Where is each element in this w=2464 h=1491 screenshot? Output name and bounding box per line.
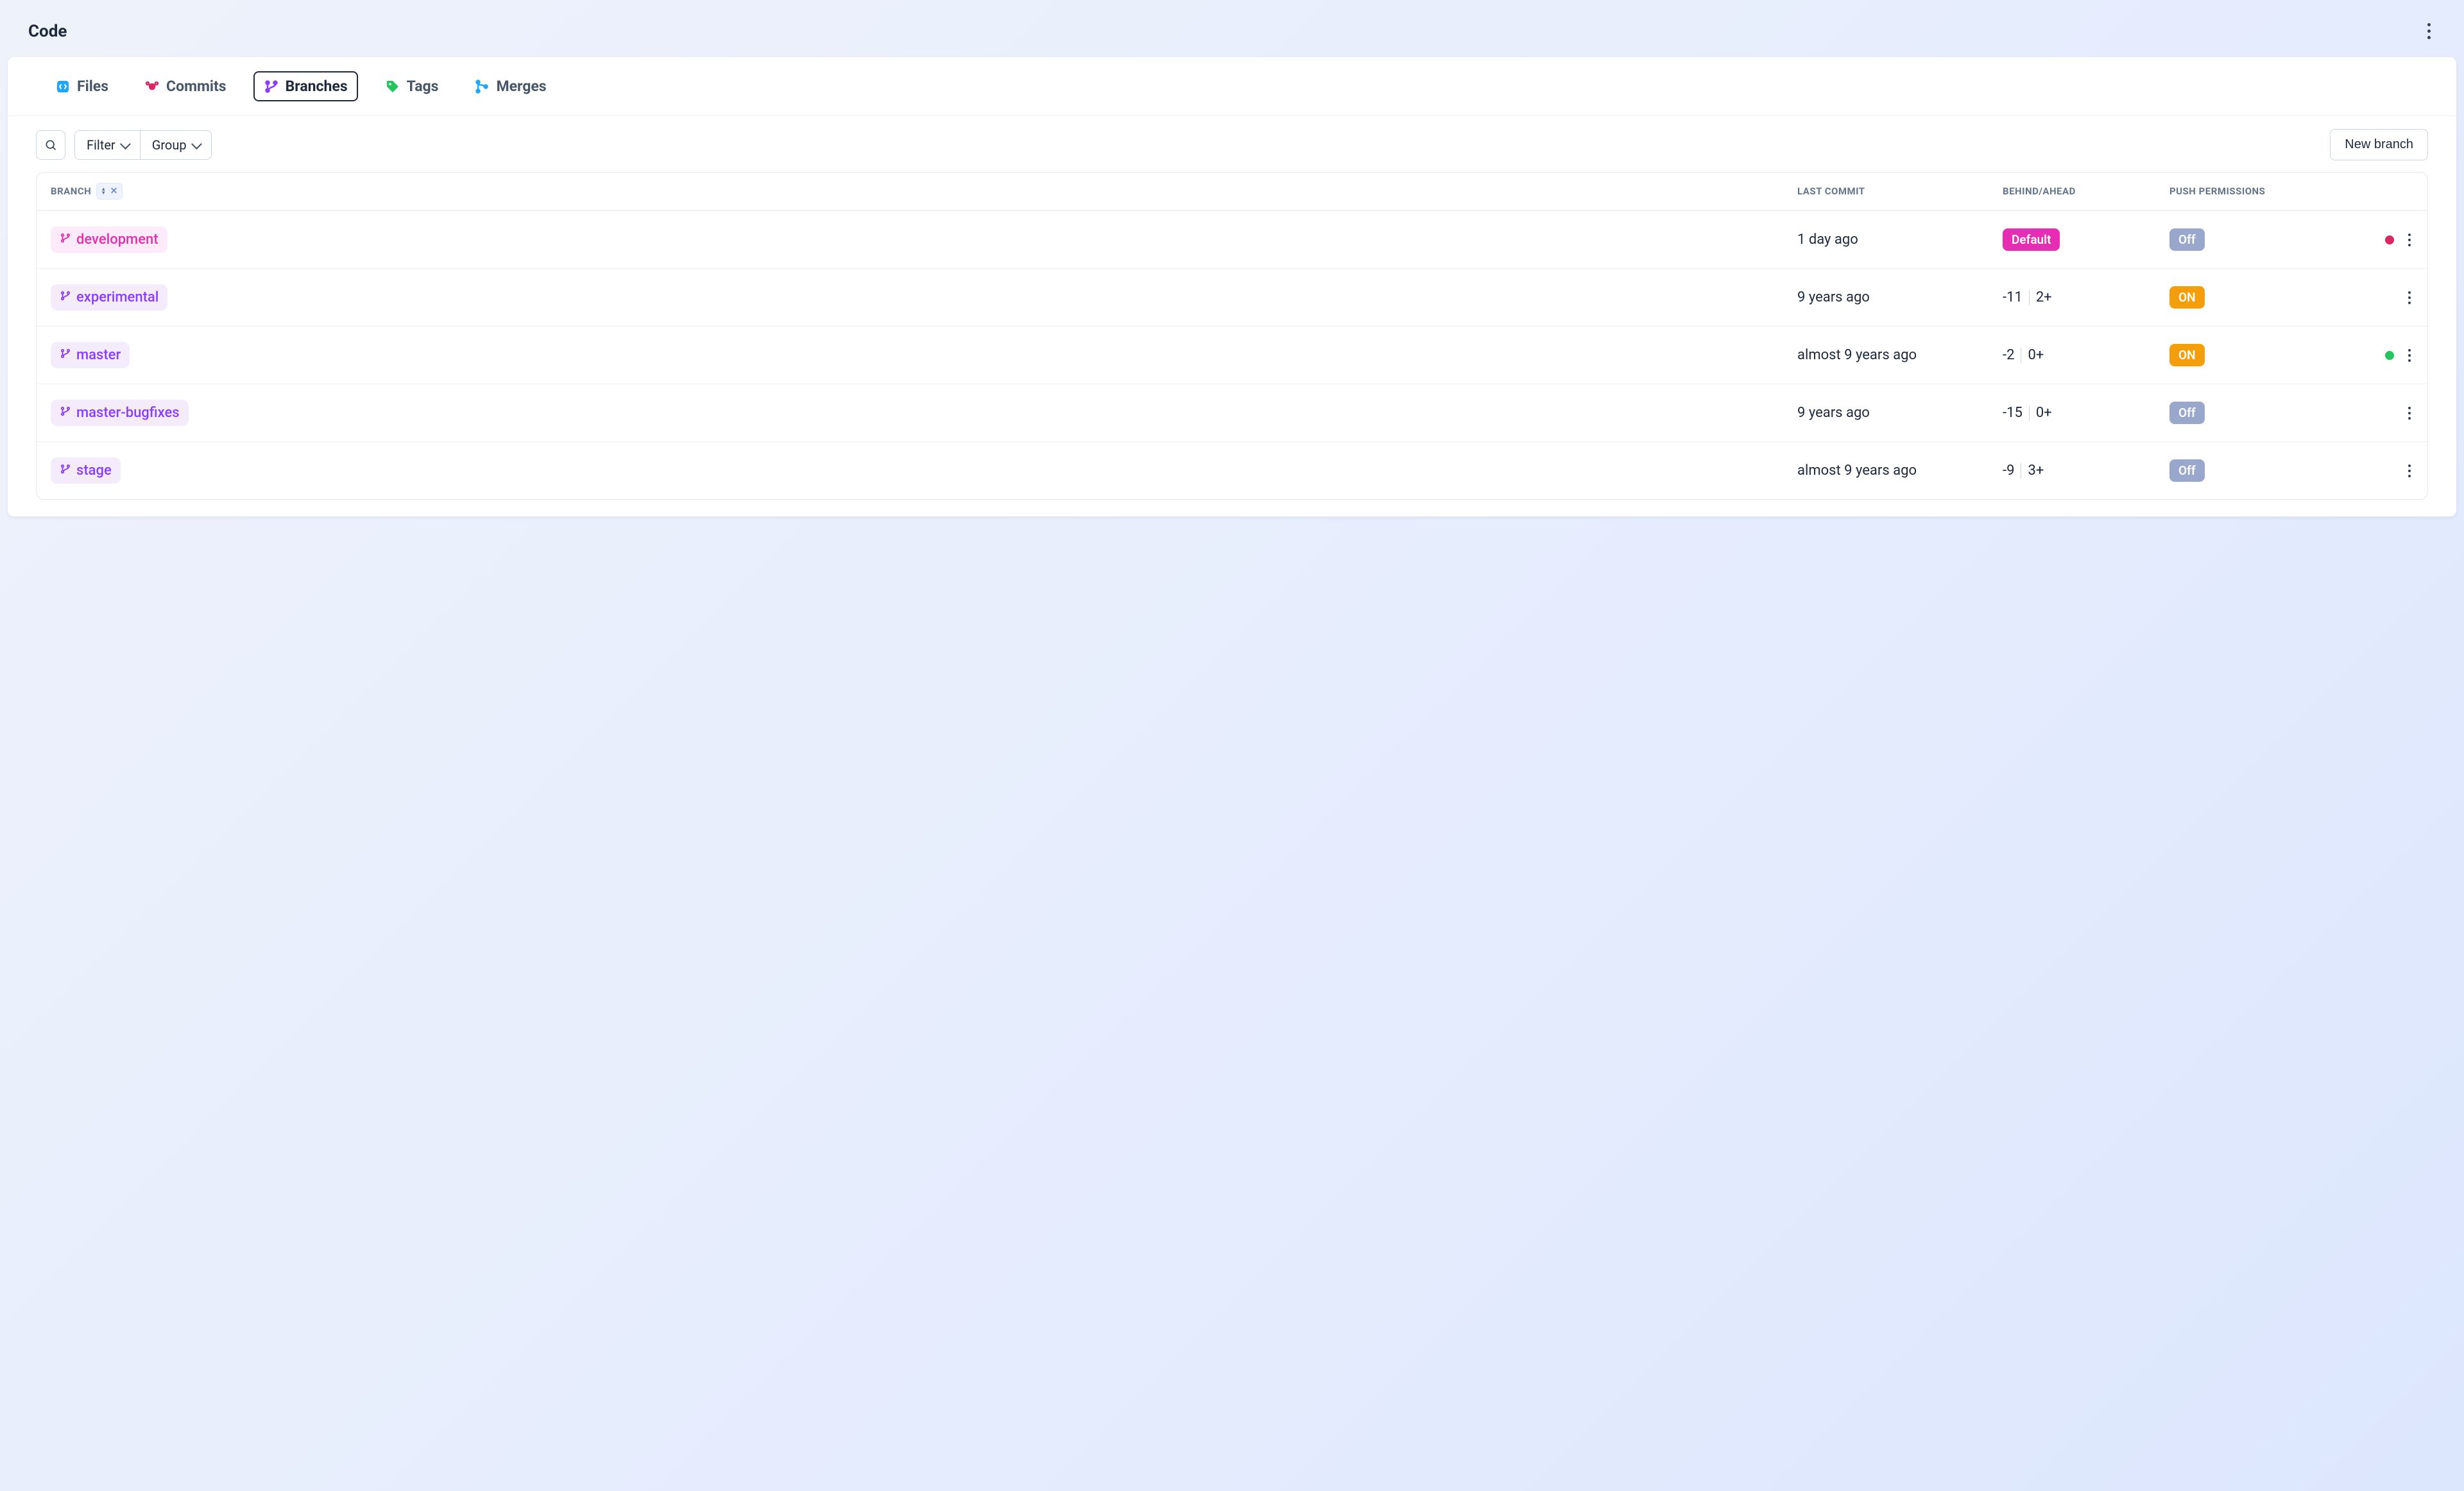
tab-merges[interactable]: Merges [465,72,555,100]
group-button[interactable]: Group [140,131,211,159]
branch-icon [60,232,71,248]
clear-sort-button[interactable]: ✕ [110,186,118,196]
branch-icon [60,347,71,363]
tab-tags[interactable]: Tags [376,72,448,100]
sort-indicator: ▲▼ ✕ [96,183,123,200]
branch-icon [60,405,71,421]
branch-name: stage [76,463,112,479]
tab-label: Commits [166,78,227,95]
row-menu-button[interactable] [2406,461,2413,481]
tabs-bar: Files Commits Branches Tags Merges [8,57,2456,116]
branch-name: master [76,347,121,363]
last-commit-cell: 9 years ago [1797,405,2003,421]
branch-icon [60,463,71,479]
branch-chip[interactable]: development [51,226,167,253]
branch-name: master-bugfixes [76,405,180,421]
ahead-count: 2+ [2036,289,2052,305]
status-dot [2385,235,2394,244]
chevron-down-icon [120,139,131,149]
last-commit-cell: 9 years ago [1797,289,2003,305]
branch-name: experimental [76,289,158,305]
push-permission-badge: ON [2169,286,2205,309]
row-menu-button[interactable] [2406,287,2413,308]
last-commit-cell: almost 9 years ago [1797,347,2003,363]
commit-icon [144,79,160,94]
search-button[interactable] [36,130,65,160]
tab-branches[interactable]: Branches [253,71,358,101]
table-row: stage almost 9 years ago -9 3+ Off [37,441,2427,499]
branch-icon [264,79,279,94]
filter-label: Filter [87,137,116,153]
merge-icon [474,79,490,94]
row-menu-button[interactable] [2406,345,2413,366]
ahead-count: 3+ [2028,463,2044,479]
tab-label: Tags [407,78,439,95]
push-permission-badge: Off [2169,402,2205,424]
ahead-count: 0+ [2036,405,2052,421]
behind-count: -2 [2003,347,2014,363]
status-dot [2385,351,2394,360]
page-header: Code [8,0,2456,57]
push-permission-badge: Off [2169,459,2205,482]
separator [2029,405,2030,421]
tab-label: Merges [496,78,546,95]
branch-name: development [76,232,158,248]
branches-table: BRANCH ▲▼ ✕ LAST COMMIT BEHIND/AHEAD PUS… [36,172,2428,500]
behind-count: -11 [2003,289,2023,305]
behind-count: -15 [2003,405,2023,421]
push-permission-badge: ON [2169,344,2205,366]
default-badge: Default [2003,228,2060,251]
ahead-count: 0+ [2028,347,2044,363]
push-permission-badge: Off [2169,228,2205,251]
branch-icon [60,289,71,305]
code-file-icon [55,79,71,94]
row-menu-button[interactable] [2406,403,2413,423]
tag-icon [385,79,400,94]
page-title: Code [28,22,67,41]
branch-chip[interactable]: master-bugfixes [51,400,189,426]
filter-group-buttons: Filter Group [74,130,212,160]
table-row: master almost 9 years ago -2 0+ ON [37,326,2427,384]
column-header-branch[interactable]: BRANCH ▲▼ ✕ [51,183,1797,200]
tab-label: Files [77,78,108,95]
page-menu-button[interactable] [2422,18,2436,44]
sort-arrows-icon: ▲▼ [101,187,106,195]
group-label: Group [152,137,187,153]
table-row: development 1 day ago Default Off [37,210,2427,268]
branch-chip[interactable]: experimental [51,284,167,311]
column-header-push-permissions[interactable]: PUSH PERMISSIONS [2169,185,2336,197]
behind-ahead: -9 3+ [2003,463,2169,479]
row-menu-button[interactable] [2406,230,2413,250]
column-header-behind-ahead[interactable]: BEHIND/AHEAD [2003,185,2169,197]
last-commit-cell: almost 9 years ago [1797,463,2003,479]
table-row: experimental 9 years ago -11 2+ ON [37,268,2427,326]
tab-label: Branches [286,78,348,95]
toolbar: Filter Group New branch [8,116,2456,172]
behind-ahead: -2 0+ [2003,347,2169,363]
branch-chip[interactable]: stage [51,457,121,484]
branch-chip[interactable]: master [51,342,130,368]
behind-ahead: -15 0+ [2003,405,2169,421]
filter-button[interactable]: Filter [75,131,140,159]
column-header-label: BRANCH [51,185,91,197]
table-row: master-bugfixes 9 years ago -15 0+ Off [37,384,2427,441]
table-header: BRANCH ▲▼ ✕ LAST COMMIT BEHIND/AHEAD PUS… [37,173,2427,210]
new-branch-button[interactable]: New branch [2330,129,2428,160]
search-icon [44,139,57,151]
separator [2029,290,2030,305]
column-header-last-commit[interactable]: LAST COMMIT [1797,185,2003,197]
chevron-down-icon [191,139,202,149]
behind-ahead: -11 2+ [2003,289,2169,305]
tab-files[interactable]: Files [46,72,117,100]
tab-commits[interactable]: Commits [135,72,235,100]
last-commit-cell: 1 day ago [1797,232,2003,248]
content-card: Files Commits Branches Tags Merges Filter Gr… [8,57,2456,516]
behind-count: -9 [2003,463,2014,479]
